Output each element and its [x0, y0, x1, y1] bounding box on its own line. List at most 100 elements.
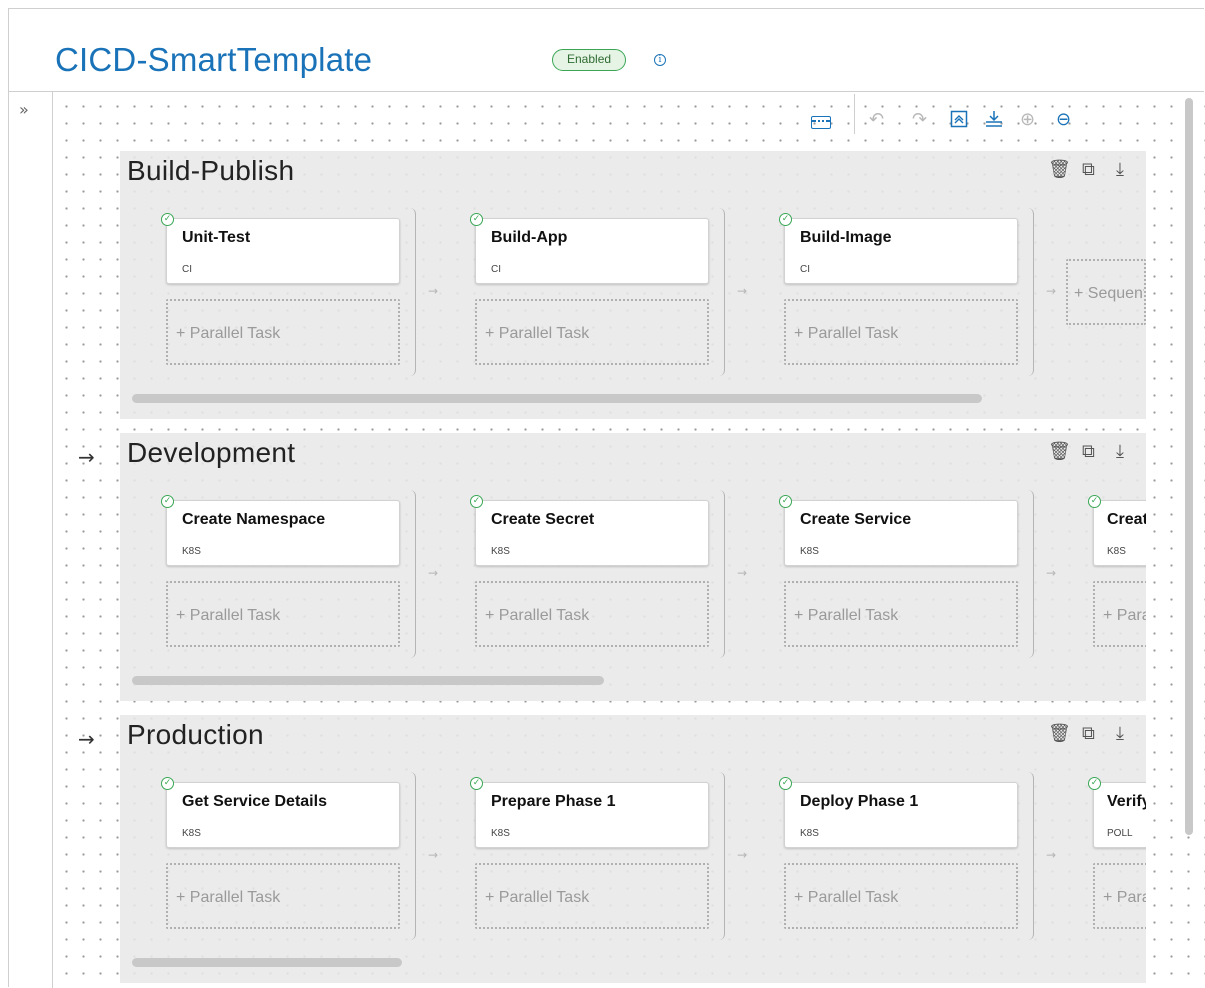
- download-icon[interactable]: ⤓: [1116, 441, 1124, 462]
- add-parallel-task[interactable]: + Parallel Task: [784, 299, 1018, 365]
- check-icon: ✓: [1088, 495, 1101, 508]
- task-card[interactable]: ✓ Get Service Details K8S: [161, 777, 400, 848]
- task-group: ✓ Prepare Phase 1 K8S + Parallel Task: [429, 772, 725, 940]
- info-icon[interactable]: i: [654, 54, 666, 66]
- expand-sidebar-icon[interactable]: »: [19, 100, 29, 119]
- stage-title: Build-Publish: [127, 155, 295, 186]
- sequence-arrow: →: [1046, 284, 1057, 298]
- add-parallel-task[interactable]: + Parallel Task: [784, 581, 1018, 647]
- task-name: Prepare Phase 1: [491, 793, 616, 810]
- add-parallel-task[interactable]: + Parallel Task: [166, 863, 400, 929]
- task-card[interactable]: ✓ Create Service K8S: [779, 495, 1018, 566]
- task-card[interactable]: ✓ Deploy Phase 1 K8S: [779, 777, 1018, 848]
- task-group: ✓ Deploy Phase 1 K8S + Parallel Task: [738, 772, 1034, 940]
- keyboard-icon[interactable]: [811, 116, 831, 129]
- task-group: ✓ Build-Image CI + Parallel Task: [738, 208, 1034, 376]
- pipeline-canvas[interactable]: ↶ ↷ ⊕ ⊖ Build-Publish 🗑 ⧉ ⤓ ✓ Unit-Test …: [54, 92, 1205, 988]
- add-parallel-task[interactable]: + Parallel Task: [166, 299, 400, 365]
- task-name: Verify: [1107, 793, 1146, 810]
- group-bracket: [1028, 208, 1034, 376]
- task-group: ✓ Create Namespace K8S + Parallel Task: [120, 490, 416, 658]
- delete-icon[interactable]: 🗑: [1048, 441, 1071, 462]
- stage-actions: 🗑 ⧉ ⤓: [1036, 441, 1146, 465]
- add-parallel-task[interactable]: + Parallel Task: [1093, 863, 1146, 929]
- check-icon: ✓: [161, 495, 174, 508]
- group-bracket: [1028, 490, 1034, 658]
- stage-actions: 🗑 ⧉ ⤓: [1036, 723, 1146, 747]
- task-type: K8S: [182, 828, 201, 839]
- horizontal-scrollbar[interactable]: [132, 394, 982, 403]
- group-bracket: [410, 208, 416, 376]
- header: CICD-SmartTemplate Enabled i: [9, 9, 1204, 92]
- horizontal-scrollbar[interactable]: [132, 958, 402, 967]
- add-parallel-label: + Parallel Task: [485, 325, 590, 342]
- copy-icon[interactable]: ⧉: [1082, 441, 1095, 462]
- toolbar-divider: [854, 94, 855, 134]
- task-type: POLL: [1107, 828, 1133, 839]
- group-bracket: [1028, 772, 1034, 940]
- task-group-clipped: ✓ Create K8S + Parallel Task: [1047, 490, 1146, 658]
- task-type: K8S: [491, 828, 510, 839]
- task-card[interactable]: ✓ Unit-Test CI: [161, 213, 400, 284]
- add-parallel-label: + Parallel Task: [485, 607, 590, 624]
- group-bracket: [719, 208, 725, 376]
- delete-icon[interactable]: 🗑: [1048, 159, 1071, 180]
- add-parallel-task[interactable]: + Parallel Task: [1093, 581, 1146, 647]
- zoom-in-icon[interactable]: ⊕: [1020, 110, 1035, 130]
- copy-icon[interactable]: ⧉: [1082, 723, 1095, 744]
- task-group-clipped: ✓ Verify POLL + Parallel Task: [1047, 772, 1146, 940]
- undo-icon[interactable]: ↶: [869, 110, 884, 130]
- check-icon: ✓: [470, 213, 483, 226]
- stage-development[interactable]: → Development 🗑 ⧉ ⤓ ✓ Create Namespace K…: [78, 433, 1146, 701]
- add-parallel-label: + Parallel Task: [794, 889, 899, 906]
- page-title: CICD-SmartTemplate: [55, 41, 373, 78]
- add-parallel-task[interactable]: + Parallel Task: [475, 299, 709, 365]
- add-parallel-label: + Parallel Task: [176, 607, 281, 624]
- add-parallel-task[interactable]: + Parallel Task: [784, 863, 1018, 929]
- stage-build-publish[interactable]: Build-Publish 🗑 ⧉ ⤓ ✓ Unit-Test CI + Par…: [120, 151, 1146, 419]
- add-parallel-task[interactable]: + Parallel Task: [166, 581, 400, 647]
- delete-icon[interactable]: 🗑: [1048, 723, 1071, 744]
- import-icon[interactable]: [984, 110, 1004, 133]
- download-icon[interactable]: ⤓: [1116, 159, 1124, 180]
- add-parallel-label: + Parallel Task: [176, 325, 281, 342]
- task-group: ✓ Get Service Details K8S + Parallel Tas…: [120, 772, 416, 940]
- check-icon: ✓: [1088, 777, 1101, 790]
- stage-production[interactable]: → Production 🗑 ⧉ ⤓ ✓ Get Service Details…: [78, 715, 1146, 983]
- check-icon: ✓: [161, 213, 174, 226]
- task-type: K8S: [491, 546, 510, 557]
- check-icon: ✓: [779, 777, 792, 790]
- check-icon: ✓: [161, 777, 174, 790]
- task-type: K8S: [800, 828, 819, 839]
- task-type: K8S: [1107, 546, 1126, 557]
- download-icon[interactable]: ⤓: [1116, 723, 1124, 744]
- vertical-scrollbar[interactable]: [1185, 98, 1193, 835]
- horizontal-scrollbar[interactable]: [132, 676, 604, 685]
- stage-title: Development: [127, 437, 296, 468]
- copy-icon[interactable]: ⧉: [1082, 159, 1095, 180]
- task-type: K8S: [800, 546, 819, 557]
- add-sequential-task[interactable]: + Sequential Task: [1066, 259, 1146, 325]
- task-group: ✓ Create Secret K8S + Parallel Task: [429, 490, 725, 658]
- group-bracket: [410, 490, 416, 658]
- task-type: K8S: [182, 546, 201, 557]
- task-card[interactable]: ✓ Create K8S: [1088, 495, 1146, 566]
- task-type: CI: [491, 264, 501, 275]
- pipeline-editor: CICD-SmartTemplate Enabled i » ↶ ↷ ⊕ ⊖ B…: [8, 8, 1205, 988]
- task-card[interactable]: ✓ Verify POLL: [1088, 777, 1146, 848]
- redo-icon[interactable]: ↷: [912, 110, 927, 130]
- add-parallel-task[interactable]: + Parallel Task: [475, 863, 709, 929]
- task-card[interactable]: ✓ Create Secret K8S: [470, 495, 709, 566]
- task-card[interactable]: ✓ Create Namespace K8S: [161, 495, 400, 566]
- task-card[interactable]: ✓ Build-App CI: [470, 213, 709, 284]
- zoom-out-icon[interactable]: ⊖: [1056, 110, 1071, 130]
- task-name: Deploy Phase 1: [800, 793, 919, 810]
- task-group: ✓ Create Service K8S + Parallel Task: [738, 490, 1034, 658]
- status-badge: Enabled: [552, 49, 627, 71]
- stage-arrow: →: [78, 445, 95, 469]
- task-card[interactable]: ✓ Prepare Phase 1 K8S: [470, 777, 709, 848]
- add-parallel-task[interactable]: + Parallel Task: [475, 581, 709, 647]
- task-card[interactable]: ✓ Build-Image CI: [779, 213, 1018, 284]
- task-name: Create Service: [800, 511, 912, 528]
- collapse-all-icon[interactable]: [950, 110, 968, 133]
